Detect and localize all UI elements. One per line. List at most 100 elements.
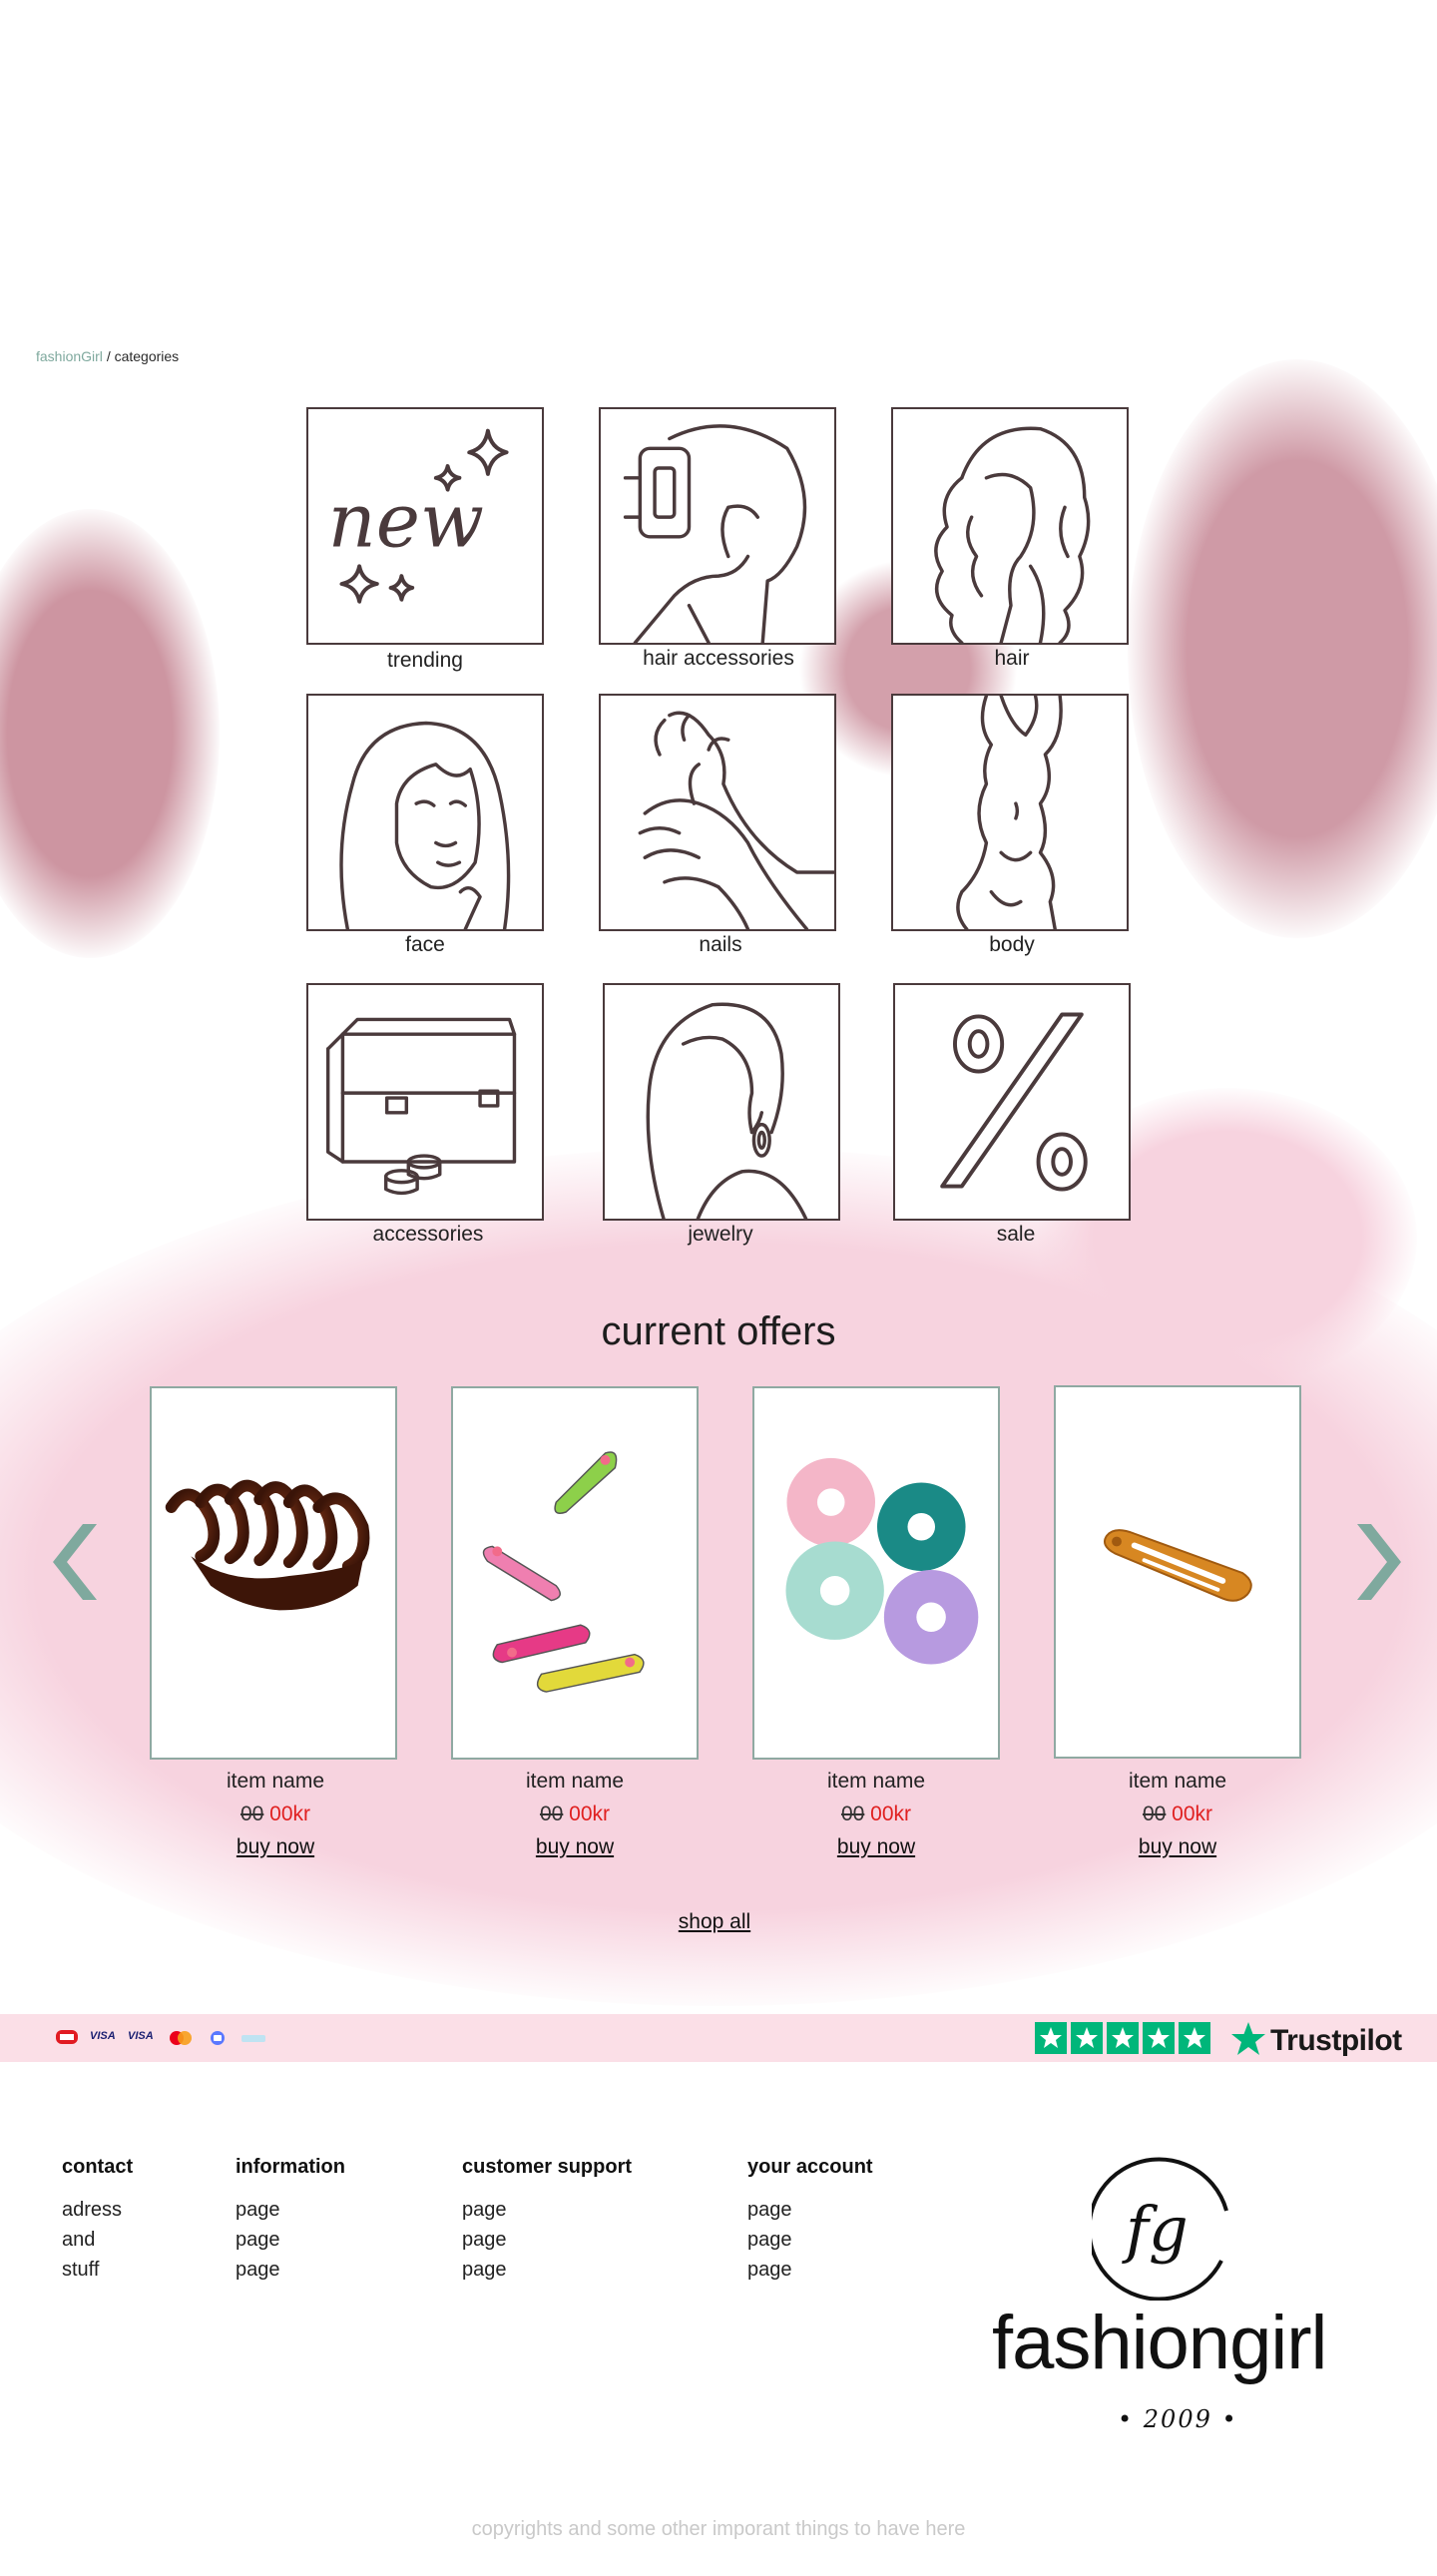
category-tile-face[interactable] [306, 694, 544, 931]
dankort-icon [56, 2030, 78, 2046]
category-label-body: body [989, 933, 1035, 956]
product-name-1: item name [226, 1770, 325, 1793]
product-card-3[interactable] [752, 1386, 1000, 1760]
footer-contact-line: stuff [62, 2259, 100, 2281]
category-tile-hair[interactable] [891, 407, 1129, 645]
logo-year: • 2009 • [1118, 2405, 1238, 2433]
product-price-3: 00 00kr [752, 1803, 1000, 1826]
breadcrumb: fashionGirl / categories [36, 348, 179, 364]
category-tile-body[interactable] [891, 694, 1129, 931]
footer-link-information[interactable]: page [236, 2259, 280, 2282]
trustpilot-wordmark: Trustpilot [1270, 2024, 1402, 2057]
tortoise-hair-claw-image [165, 1479, 370, 1611]
footer-link-customer-support[interactable]: page [462, 2259, 507, 2282]
visa-icon: VISA [90, 2030, 116, 2042]
breadcrumb-home-link[interactable]: fashionGirl [36, 348, 103, 364]
footer-heading-your-account: your account [747, 2156, 873, 2178]
category-label-nails: nails [699, 933, 742, 956]
category-tile-trending[interactable]: new [306, 407, 544, 645]
svg-text:fg: fg [1122, 2193, 1189, 2266]
carousel-prev-arrow[interactable] [45, 1522, 105, 1602]
category-tile-hair-accessories[interactable] [599, 407, 836, 645]
vanity-case-icon [325, 1017, 517, 1196]
buy-now-link-2[interactable]: buy now [451, 1835, 699, 1859]
footer-contact-line: adress [62, 2199, 123, 2221]
sparkles-new-icon: new [328, 428, 509, 604]
satin-scrunchies-image [785, 1457, 979, 1665]
trustpilot-logo-star-icon [1229, 2020, 1267, 2058]
product-old-price-3: 00 [840, 1803, 865, 1825]
product-new-price-2: 00kr [569, 1803, 611, 1825]
product-name-4: item name [1128, 1770, 1227, 1793]
product-card-1[interactable] [150, 1386, 397, 1760]
category-label-hair: hair [994, 647, 1030, 670]
footer-link-your-account[interactable]: page [747, 2229, 792, 2252]
wavy-hair-icon [934, 426, 1091, 643]
product-name-2: item name [525, 1770, 625, 1793]
category-tile-accessories[interactable] [306, 983, 544, 1221]
footer-link-information[interactable]: page [236, 2229, 280, 2252]
product-price-4: 00 00kr [1054, 1803, 1301, 1826]
breadcrumb-separator: / [106, 348, 111, 364]
product-name-3: item name [826, 1770, 926, 1793]
trustpilot-star-icon [1143, 2022, 1175, 2054]
product-old-price-2: 00 [539, 1803, 564, 1825]
carousel-next-arrow[interactable] [1349, 1522, 1409, 1602]
offers-title: current offers [601, 1309, 836, 1353]
footer-link-your-account[interactable]: page [747, 2259, 792, 2282]
category-label-jewelry: jewelry [688, 1223, 753, 1246]
footer-contact-line: and [62, 2229, 96, 2251]
logo-wordmark: fashiongirl [992, 2301, 1327, 2385]
trustpilot-star-icon [1035, 2022, 1067, 2054]
category-label-face: face [405, 933, 445, 956]
mastercard-icon [168, 2030, 194, 2046]
orange-snap-clip-image [1104, 1529, 1252, 1602]
category-tile-nails[interactable] [599, 694, 836, 931]
hair-claw-icon [623, 424, 807, 643]
nails-hand-icon [638, 711, 834, 929]
product-new-price-1: 00kr [269, 1803, 311, 1825]
trustpilot-star-icon [1179, 2022, 1210, 2054]
product-new-price-3: 00kr [870, 1803, 912, 1825]
footer-heading-contact: contact [62, 2156, 134, 2178]
trustpilot-star-icon [1071, 2022, 1103, 2054]
applepay-icon [240, 2030, 267, 2046]
buy-now-link-4[interactable]: buy now [1054, 1835, 1301, 1859]
product-card-4[interactable] [1054, 1385, 1301, 1759]
category-tile-jewelry[interactable] [603, 983, 840, 1221]
visa-electron-icon: VISA [128, 2030, 154, 2042]
product-price-1: 00 00kr [152, 1803, 399, 1826]
category-label-accessories: accessories [372, 1223, 484, 1246]
breadcrumb-current: categories [114, 348, 180, 364]
colorful-snap-clips-image [482, 1451, 645, 1693]
earring-icon [646, 1002, 808, 1219]
buy-now-link-1[interactable]: buy now [152, 1835, 399, 1859]
body-icon [956, 696, 1063, 929]
buy-now-link-3[interactable]: buy now [752, 1835, 1000, 1859]
product-old-price-1: 00 [240, 1803, 264, 1825]
footer-heading-customer-support: customer support [462, 2156, 633, 2178]
chevron-left-icon [53, 1524, 97, 1600]
product-new-price-4: 00kr [1172, 1803, 1213, 1825]
trustpilot-star-icon [1107, 2022, 1139, 2054]
mobilepay-icon [208, 2030, 228, 2046]
category-tile-sale[interactable] [893, 983, 1131, 1221]
product-price-2: 00 00kr [451, 1803, 699, 1826]
footer-link-customer-support[interactable]: page [462, 2229, 507, 2252]
category-label-hair-accessories: hair accessories [643, 647, 794, 670]
category-label-sale: sale [996, 1223, 1036, 1246]
product-card-2[interactable] [451, 1386, 699, 1760]
monogram-icon: fg [1087, 2151, 1241, 2302]
footer-link-information[interactable]: page [236, 2199, 280, 2222]
payment-trust-bar: VISA VISA Trustpilot [0, 2014, 1437, 2062]
footer-link-your-account[interactable]: page [747, 2199, 792, 2222]
footer-heading-information: information [236, 2156, 345, 2178]
footer-link-customer-support[interactable]: page [462, 2199, 507, 2222]
chevron-right-icon [1357, 1524, 1401, 1600]
face-icon [339, 721, 511, 929]
shop-all-link[interactable]: shop all [0, 1910, 1429, 1934]
copyright-text: copyrights and some other imporant thing… [471, 2518, 966, 2540]
percent-icon [940, 1012, 1088, 1192]
tile-new-text: new [328, 478, 484, 565]
product-old-price-4: 00 [1142, 1803, 1167, 1825]
